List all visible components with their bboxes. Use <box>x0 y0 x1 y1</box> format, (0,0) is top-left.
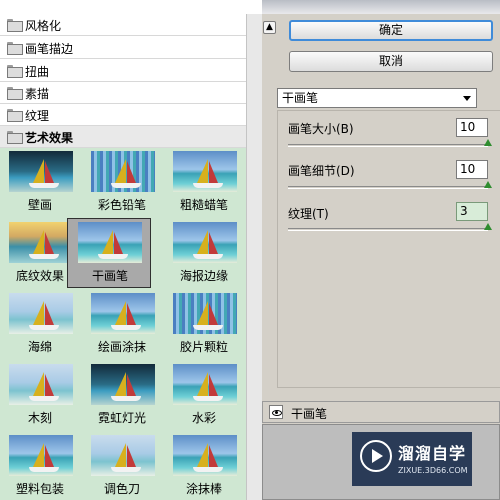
folder-icon <box>7 42 23 55</box>
filter-thumb-plastic-wrap[interactable]: 塑料包装 <box>0 432 80 500</box>
thumbnail-image <box>9 293 73 334</box>
effect-layer-row[interactable]: 干画笔 <box>262 401 500 423</box>
thumbnail-image <box>9 222 73 263</box>
thumbnail-image <box>173 151 237 192</box>
thumbnail-image <box>91 151 155 192</box>
category-label: 素描 <box>25 87 50 101</box>
brush-size-slider-thumb[interactable] <box>484 139 492 146</box>
filter-thumb-palette-knife[interactable]: 调色刀 <box>82 432 162 500</box>
eye-visibility-icon[interactable] <box>269 405 283 419</box>
brush-detail-input[interactable]: 10 <box>456 160 488 179</box>
brush-detail-slider-track[interactable] <box>288 186 488 189</box>
thumbnail-image <box>173 435 237 476</box>
ok-button[interactable]: 确定 <box>289 20 493 41</box>
thumbnail-image <box>78 222 142 263</box>
filter-thumb-fresco[interactable]: 壁画 <box>0 148 80 218</box>
brush-size-input[interactable]: 10 <box>456 118 488 137</box>
filter-thumb-cutout[interactable]: 木刻 <box>0 361 80 431</box>
filter-thumb-rough-pastels[interactable]: 粗糙蜡笔 <box>164 148 244 218</box>
thumbnail-image <box>9 435 73 476</box>
filter-label: 海报边缘 <box>179 269 228 283</box>
filter-label: 绘画涂抹 <box>97 340 146 354</box>
filter-label: 木刻 <box>27 411 52 425</box>
category-label: 画笔描边 <box>25 42 74 56</box>
filter-thumb-watercolor[interactable]: 水彩 <box>164 361 244 431</box>
watermark-title: 溜溜自学 <box>398 444 467 463</box>
brush-size-slider-track[interactable] <box>288 144 488 147</box>
filter-thumb-neon-glow[interactable]: 霓虹灯光 <box>82 361 162 431</box>
open-folder-icon <box>7 131 23 144</box>
filter-thumbnail-grid: 壁画 彩色铅笔 粗糙蜡笔 底纹效果 干画笔 海报边缘 海绵 绘画涂抹 胶片颗粒 … <box>0 148 246 500</box>
thumbnail-image <box>91 364 155 405</box>
category-brush-strokes[interactable]: 画笔描边 <box>0 37 246 59</box>
category-label: 艺术效果 <box>25 131 74 145</box>
watermark-logo: 溜溜自学 ZIXUE.3D66.COM <box>352 432 472 486</box>
filter-label: 壁画 <box>27 198 52 212</box>
cancel-button[interactable]: 取消 <box>289 51 493 72</box>
filter-select-value: 干画笔 <box>282 91 319 105</box>
thumbnail-image <box>9 151 73 192</box>
filter-label: 塑料包装 <box>15 482 64 496</box>
brush-detail-slider-thumb[interactable] <box>484 181 492 188</box>
play-icon <box>360 440 392 472</box>
category-label: 扭曲 <box>25 65 50 79</box>
category-label: 风格化 <box>25 19 62 33</box>
filter-label: 调色刀 <box>103 482 140 496</box>
category-sketch[interactable]: 素描 <box>0 82 246 104</box>
brush-size-label: 画笔大小(B) <box>288 122 354 136</box>
folder-icon <box>7 19 23 32</box>
category-scrollbar[interactable] <box>246 14 262 500</box>
texture-label: 纹理(T) <box>288 207 329 221</box>
category-label: 纹理 <box>25 109 50 123</box>
thumbnail-image <box>173 364 237 405</box>
filter-label: 涂抹棒 <box>185 482 222 496</box>
thumbnail-image <box>91 293 155 334</box>
category-artistic[interactable]: 艺术效果 <box>0 126 246 148</box>
thumbnail-image <box>173 222 237 263</box>
filter-select[interactable]: 干画笔 <box>277 88 477 108</box>
filter-label: 胶片颗粒 <box>179 340 228 354</box>
category-texture[interactable]: 纹理 <box>0 104 246 126</box>
folder-icon <box>7 65 23 78</box>
thumbnail-image <box>173 293 237 334</box>
filter-gallery-list: 风格化 画笔描边 扭曲 素描 纹理 艺术效果 壁画 彩色铅笔 粗糙蜡笔 底纹效果… <box>0 0 262 500</box>
filter-params-box <box>277 110 500 388</box>
filter-thumb-colored-pencil[interactable]: 彩色铅笔 <box>82 148 162 218</box>
folder-icon <box>7 109 23 122</box>
filter-thumb-paint-daubs[interactable]: 绘画涂抹 <box>82 290 162 360</box>
thumbnail-image <box>9 364 73 405</box>
texture-input[interactable]: 3 <box>456 202 488 221</box>
filter-thumb-film-grain[interactable]: 胶片颗粒 <box>164 290 244 360</box>
watermark-subtitle: ZIXUE.3D66.COM <box>398 466 468 475</box>
filter-label: 霓虹灯光 <box>97 411 146 425</box>
filter-thumb-dry-brush[interactable]: 干画笔 <box>67 218 151 288</box>
filter-label: 干画笔 <box>91 269 128 283</box>
filter-thumb-smudge-stick[interactable]: 涂抹棒 <box>164 432 244 500</box>
filter-label: 海绵 <box>27 340 52 354</box>
category-stylize[interactable]: 风格化 <box>0 14 246 36</box>
texture-slider-thumb[interactable] <box>484 223 492 230</box>
filter-thumb-poster-edges[interactable]: 海报边缘 <box>164 219 244 289</box>
thumbnail-image <box>91 435 155 476</box>
filter-label: 粗糙蜡笔 <box>179 198 228 212</box>
texture-slider-track[interactable] <box>288 228 488 231</box>
chevron-down-icon <box>463 96 471 101</box>
filter-thumb-sponge[interactable]: 海绵 <box>0 290 80 360</box>
brush-detail-label: 画笔细节(D) <box>288 164 355 178</box>
collapse-gallery-icon[interactable]: ▲ <box>263 21 276 34</box>
filter-label: 水彩 <box>191 411 216 425</box>
folder-icon <box>7 87 23 100</box>
effect-layer-title: 干画笔 <box>291 407 328 421</box>
filter-label: 彩色铅笔 <box>97 198 146 212</box>
category-distort[interactable]: 扭曲 <box>0 60 246 82</box>
